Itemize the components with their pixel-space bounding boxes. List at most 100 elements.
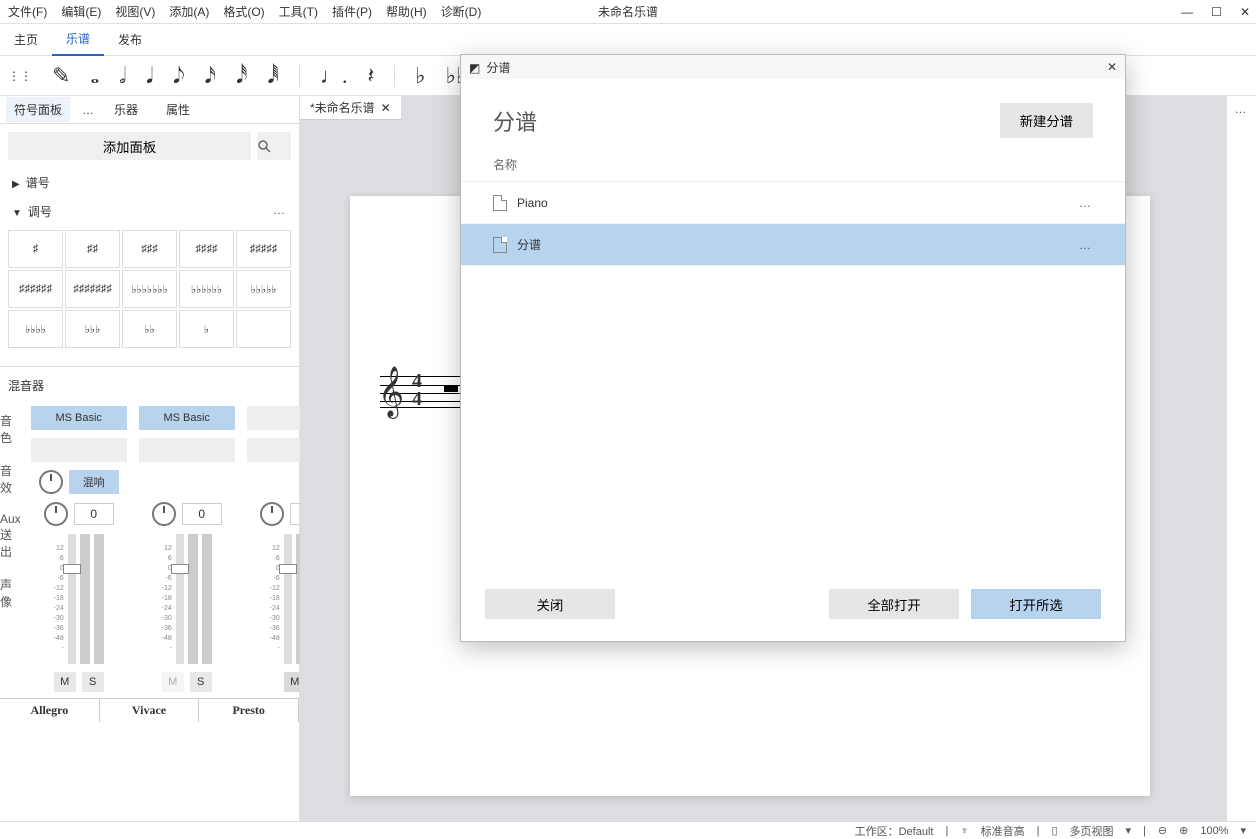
key-cell[interactable]: ♯♯♯♯♯♯ [8, 270, 63, 308]
menu-diagnostic[interactable]: 诊断(D) [441, 3, 482, 20]
row-aux: Aux送出 [0, 512, 21, 560]
tab-score[interactable]: 乐谱 [52, 24, 104, 56]
grip-icon[interactable]: ⋮⋮ [8, 69, 32, 83]
key-cell[interactable]: ♯ [8, 230, 63, 268]
note-half[interactable]: 𝅘𝅥𝅰 [236, 63, 247, 89]
tree-key[interactable]: ▼调号 … [8, 197, 291, 226]
key-cell[interactable]: ♭♭ [122, 310, 177, 348]
key-cell[interactable]: ♭♭♭♭ [8, 310, 63, 348]
menu-edit[interactable]: 编辑(E) [61, 3, 101, 20]
tab-palette[interactable]: 符号面板 [6, 97, 70, 122]
page-view-icon[interactable]: ▯ [1051, 824, 1057, 837]
tuning-fork-icon[interactable]: ♆ [960, 825, 968, 837]
note-8th[interactable]: 𝅘𝅥𝅮 [173, 63, 184, 89]
add-palette-button[interactable]: 添加面板 [8, 132, 251, 160]
key-cell[interactable]: ♭ [179, 310, 234, 348]
workspace-value[interactable]: Default [899, 826, 934, 838]
zoom-out-icon[interactable]: ⊖ [1158, 824, 1167, 837]
close-icon[interactable]: ✕ [1240, 5, 1250, 19]
key-cell[interactable]: ♭♭♭♭♭♭ [179, 270, 234, 308]
concert-pitch[interactable]: 标准音高 [981, 823, 1025, 839]
pan-knob[interactable] [44, 502, 68, 526]
tempo-palette: Allegro Vivace Presto [0, 698, 299, 722]
whole-rest [444, 386, 458, 392]
pan-knob[interactable] [260, 502, 284, 526]
palette-menu-icon[interactable]: … [82, 103, 94, 117]
pan-knob[interactable] [152, 502, 176, 526]
search-palette-button[interactable] [257, 132, 291, 160]
aux-knob[interactable] [39, 470, 63, 494]
right-pane-more-icon[interactable]: … [1235, 102, 1249, 116]
volume-fader[interactable] [176, 534, 184, 664]
pan-value[interactable]: 0 [74, 503, 114, 525]
menu-tools[interactable]: 工具(T) [279, 3, 318, 20]
note-quarter[interactable]: 𝅘𝅥𝅯 [205, 63, 216, 89]
key-cell[interactable]: ♯♯♯♯♯ [236, 230, 291, 268]
menu-plugins[interactable]: 插件(P) [332, 3, 372, 20]
document-icon [493, 237, 507, 253]
solo-button[interactable]: S [82, 672, 104, 692]
sound-chip[interactable]: MS Basic [139, 406, 235, 430]
tempo-presto[interactable]: Presto [199, 699, 299, 722]
note-16th[interactable]: 𝅘𝅥 [146, 63, 153, 89]
list-item[interactable]: Piano … [461, 182, 1125, 224]
meter [80, 534, 90, 664]
key-cell[interactable]: ♭♭♭♭♭ [236, 270, 291, 308]
sound-chip[interactable]: MS Basic [31, 406, 127, 430]
zoom-value[interactable]: 100% [1200, 825, 1228, 837]
note-rest[interactable]: 𝄽 [367, 63, 374, 89]
maximize-icon[interactable]: ☐ [1211, 5, 1222, 19]
tempo-vivace[interactable]: Vivace [100, 699, 200, 722]
volume-fader[interactable] [68, 534, 76, 664]
tab-home[interactable]: 主页 [0, 24, 52, 56]
menu-view[interactable]: 视图(V) [115, 3, 155, 20]
key-cell[interactable]: ♯♯ [65, 230, 120, 268]
mute-button[interactable]: M [162, 672, 184, 692]
open-all-button[interactable]: 全部打开 [829, 589, 959, 619]
key-cell[interactable] [236, 310, 291, 348]
reverb-chip[interactable]: 混响 [69, 470, 119, 494]
minimize-icon[interactable]: — [1181, 5, 1193, 19]
menu-add[interactable]: 添加(A) [169, 3, 209, 20]
note-whole[interactable]: 𝅘𝅥𝅱 [267, 63, 278, 89]
list-item[interactable]: 分谱 … [461, 224, 1125, 266]
pan-value[interactable]: 0 [182, 503, 222, 525]
new-part-button[interactable]: 新建分谱 [1000, 103, 1093, 138]
row-more-icon[interactable]: … [1079, 196, 1093, 210]
tree-clef[interactable]: ▶谱号 [8, 168, 291, 197]
note-32nd[interactable]: 𝅗𝅥 [119, 63, 126, 89]
document-tab[interactable]: *未命名乐谱✕ [300, 96, 401, 120]
tree-key-more-icon[interactable]: … [273, 203, 287, 220]
view-mode[interactable]: 多页视图 [1070, 823, 1114, 839]
menu-file[interactable]: 文件(F) [8, 3, 47, 20]
row-fx: 音效 [0, 462, 21, 496]
dialog-close-icon[interactable]: ✕ [1107, 60, 1117, 74]
volume-fader[interactable] [284, 534, 292, 664]
solo-button[interactable]: S [190, 672, 212, 692]
key-cell[interactable]: ♯♯♯♯ [179, 230, 234, 268]
note-dotted[interactable]: ♩. [320, 63, 348, 89]
tab-publish[interactable]: 发布 [104, 24, 156, 56]
fx-slot[interactable] [31, 438, 127, 462]
menu-format[interactable]: 格式(O) [223, 3, 264, 20]
zoom-in-icon[interactable]: ⊕ [1179, 824, 1188, 837]
row-more-icon[interactable]: … [1079, 238, 1093, 252]
fx-slot[interactable] [139, 438, 235, 462]
tempo-allegro[interactable]: Allegro [0, 699, 100, 722]
parts-dialog: ◩分谱 ✕ 分谱 新建分谱 名称 Piano … 分谱 … 关闭 全部打开 打开… [460, 54, 1126, 642]
flat-icon[interactable]: ♭ [415, 63, 425, 89]
key-cell[interactable]: ♭♭♭♭♭♭♭ [122, 270, 177, 308]
pencil-icon[interactable]: ✎ [52, 63, 70, 89]
key-cell[interactable]: ♭♭♭ [65, 310, 120, 348]
tab-properties[interactable]: 属性 [158, 97, 198, 122]
open-selected-button[interactable]: 打开所选 [971, 589, 1101, 619]
key-cell[interactable]: ♯♯♯♯♯♯♯ [65, 270, 120, 308]
mute-button[interactable]: M [54, 672, 76, 692]
close-tab-icon[interactable]: ✕ [381, 101, 391, 115]
menu-help[interactable]: 帮助(H) [386, 3, 427, 20]
note-64th[interactable]: 𝅝 [90, 63, 99, 89]
key-cell[interactable]: ♯♯♯ [122, 230, 177, 268]
tab-instruments[interactable]: 乐器 [106, 97, 146, 122]
parts-list: Piano … 分谱 … [461, 181, 1125, 266]
close-button[interactable]: 关闭 [485, 589, 615, 619]
